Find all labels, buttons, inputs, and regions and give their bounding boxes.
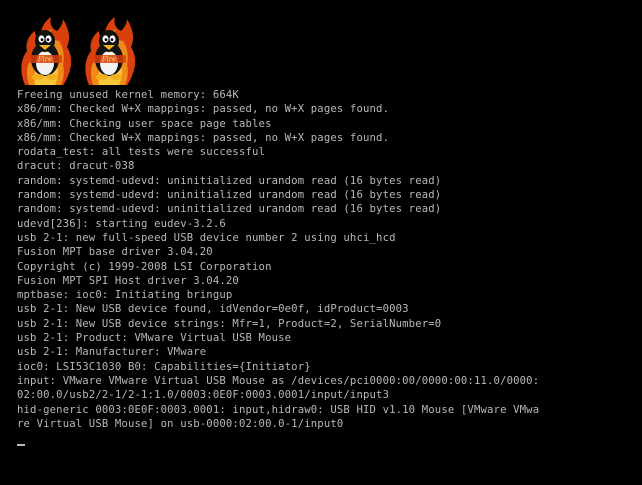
tux-penguin-on-fire-icon: Fire	[21, 17, 72, 85]
log-line: hid-generic 0003:0E0F:0003.0001: input,h…	[17, 403, 540, 416]
log-line: x86/mm: Checking user space page tables	[17, 117, 272, 130]
console-screen[interactable]: Fire Fire Freeing unused kernel memory: …	[0, 0, 642, 485]
log-line: ioc0: LSI53C1030 B0: Capabilities={Initi…	[17, 360, 311, 373]
log-line: dracut: dracut-038	[17, 160, 135, 173]
tux-penguin-on-fire-icon: Fire	[85, 17, 136, 85]
log-line: Fusion MPT base driver 3.04.20	[17, 246, 213, 259]
log-line: random: systemd-udevd: uninitialized ura…	[17, 203, 442, 216]
log-line: random: systemd-udevd: uninitialized ura…	[17, 189, 442, 202]
log-line: x86/mm: Checked W+X mappings: passed, no…	[17, 103, 390, 116]
log-line: rodata_test: all tests were successful	[17, 146, 266, 159]
log-line: mptbase: ioc0: Initiating bringup	[17, 289, 233, 302]
log-line: usb 2-1: Product: VMware Virtual USB Mou…	[17, 332, 292, 345]
kernel-log: Freeing unused kernel memory: 664K x86/mm…	[17, 88, 629, 431]
log-line: udevd[236]: starting eudev-3.2.6	[17, 217, 226, 230]
logo-label: Fire	[37, 56, 53, 64]
log-line: input: VMware VMware Virtual USB Mouse a…	[17, 374, 540, 387]
logo-label: Fire	[101, 56, 117, 64]
log-line: usb 2-1: new full-speed USB device numbe…	[17, 231, 396, 244]
log-line: x86/mm: Checked W+X mappings: passed, no…	[17, 131, 390, 144]
boot-logo-row: Fire Fire	[17, 15, 137, 87]
log-line: Freeing unused kernel memory: 664K	[17, 89, 239, 101]
log-line: usb 2-1: Manufacturer: VMware	[17, 346, 207, 359]
log-line: re Virtual USB Mouse] on usb-0000:02:00.…	[17, 417, 344, 430]
log-line: 02:00.0/usb2/2-1/2-1:1.0/0003:0E0F:0003.…	[17, 389, 390, 402]
log-line: Copyright (c) 1999-2008 LSI Corporation	[17, 260, 272, 273]
text-cursor	[17, 444, 25, 446]
log-line: Fusion MPT SPI Host driver 3.04.20	[17, 274, 239, 287]
log-line: usb 2-1: New USB device strings: Mfr=1, …	[17, 317, 442, 330]
log-line: usb 2-1: New USB device found, idVendor=…	[17, 303, 409, 316]
log-line: random: systemd-udevd: uninitialized ura…	[17, 174, 442, 187]
